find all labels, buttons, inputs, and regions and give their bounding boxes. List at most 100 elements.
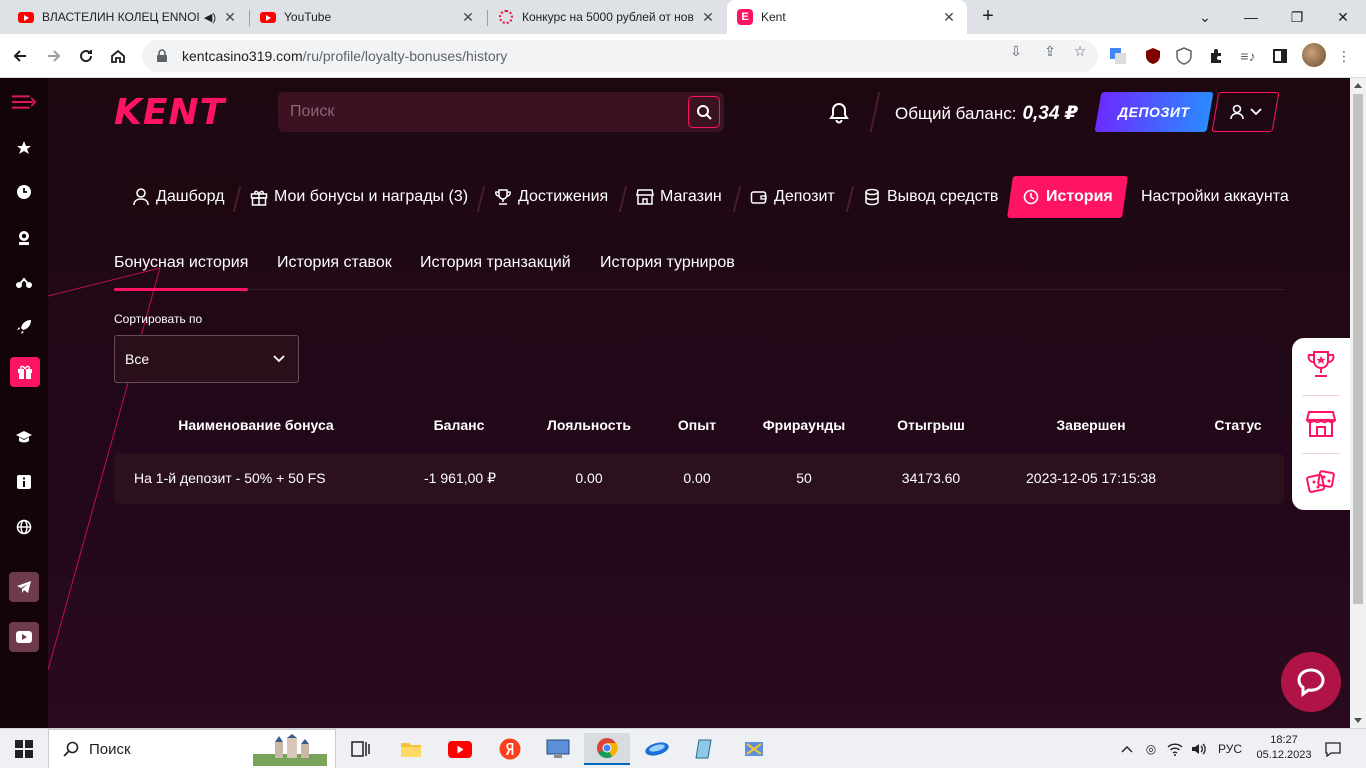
file-explorer-icon[interactable] bbox=[388, 733, 434, 765]
browser-tab[interactable]: YouTube ✕ bbox=[250, 0, 486, 34]
volume-icon[interactable] bbox=[1188, 729, 1210, 768]
subtab-bonus-history[interactable]: Бонусная история bbox=[114, 252, 249, 291]
total-balance: Общий баланс: 0,34 ₽ bbox=[895, 102, 1078, 125]
tab-account-settings[interactable]: Настройки аккаунта bbox=[1141, 176, 1289, 218]
tray-app-icon[interactable]: ◎ bbox=[1140, 729, 1162, 768]
kent-logo[interactable]: KENT bbox=[114, 95, 225, 131]
install-app-icon[interactable]: ⇩ bbox=[1006, 41, 1026, 61]
new-tab-button[interactable]: + bbox=[976, 5, 1000, 29]
live-dealer-icon[interactable] bbox=[12, 226, 36, 250]
rocket-icon[interactable] bbox=[12, 315, 36, 339]
tab-deposit[interactable]: Депозит bbox=[750, 176, 835, 218]
tab-withdrawal[interactable]: Вывод средств bbox=[863, 176, 998, 218]
trophy-icon[interactable] bbox=[1305, 348, 1337, 380]
close-tab-icon[interactable]: ✕ bbox=[700, 9, 716, 26]
deposit-button[interactable]: ДЕПОЗИТ bbox=[1094, 92, 1214, 132]
reload-button[interactable] bbox=[72, 42, 100, 70]
forward-button[interactable] bbox=[40, 42, 68, 70]
youtube-social-icon[interactable] bbox=[9, 622, 39, 652]
telegram-icon[interactable] bbox=[9, 572, 39, 602]
youtube-icon bbox=[18, 9, 34, 25]
page-scrollbar[interactable] bbox=[1350, 78, 1366, 728]
close-tab-icon[interactable]: ✕ bbox=[222, 9, 238, 26]
browser-tab-active[interactable]: E Kent ✕ bbox=[727, 0, 967, 34]
media-control-icon[interactable]: ≡♪ bbox=[1238, 46, 1258, 66]
column-header: Лояльность bbox=[547, 417, 631, 433]
chevron-down-icon bbox=[273, 355, 285, 363]
computer-app-icon[interactable] bbox=[535, 733, 581, 765]
close-tab-icon[interactable]: ✕ bbox=[941, 9, 957, 26]
store-icon[interactable] bbox=[1305, 408, 1337, 440]
menu-toggle-icon[interactable] bbox=[12, 90, 36, 114]
scrollbar-thumb[interactable] bbox=[1353, 94, 1363, 604]
tab-achievements[interactable]: Достижения bbox=[494, 176, 608, 218]
share-icon[interactable]: ⇪ bbox=[1040, 41, 1060, 61]
column-header: Баланс bbox=[433, 417, 485, 433]
close-window-button[interactable]: ✕ bbox=[1320, 0, 1366, 34]
language-indicator[interactable]: РУС bbox=[1212, 729, 1248, 768]
table-row[interactable]: На 1-й депозит - 50% + 50 FS -1 961,00 ₽… bbox=[114, 453, 1284, 504]
shield-extension-icon[interactable] bbox=[1174, 46, 1194, 66]
tab-dashboard[interactable]: Дашборд bbox=[132, 176, 225, 218]
profile-avatar[interactable] bbox=[1302, 43, 1326, 67]
tab-store[interactable]: Магазин bbox=[636, 176, 722, 218]
gift-icon[interactable] bbox=[10, 357, 40, 387]
youtube-app-icon[interactable] bbox=[437, 733, 483, 765]
star-icon[interactable] bbox=[12, 136, 36, 160]
ublock-extension-icon[interactable] bbox=[1143, 46, 1163, 66]
tab-history[interactable]: История bbox=[1007, 176, 1128, 218]
user-menu-button[interactable] bbox=[1211, 92, 1280, 132]
chrome-icon[interactable] bbox=[584, 733, 630, 765]
speaker-icon[interactable]: ◀) bbox=[204, 11, 216, 24]
bookmark-star-icon[interactable]: ☆ bbox=[1070, 41, 1090, 61]
lock-icon[interactable] bbox=[156, 49, 170, 63]
tab-my-bonuses[interactable]: Мои бонусы и награды (3) bbox=[250, 176, 468, 218]
search-button[interactable] bbox=[688, 96, 720, 128]
graduation-cap-icon[interactable] bbox=[12, 425, 36, 449]
home-button[interactable] bbox=[104, 42, 132, 70]
globe-icon[interactable] bbox=[12, 515, 36, 539]
browser-tab[interactable]: Конкурс на 5000 рублей от нов ✕ bbox=[488, 0, 726, 34]
search-input[interactable] bbox=[278, 92, 678, 132]
app-notes-icon[interactable] bbox=[682, 733, 728, 765]
profile-navigation: Дашборд Мои бонусы и награды (3) Достиже… bbox=[122, 176, 1302, 218]
task-view-icon[interactable] bbox=[338, 733, 384, 765]
app-disc-icon[interactable] bbox=[634, 733, 680, 765]
address-bar[interactable]: kentcasino319.com/ru/profile/loyalty-bon… bbox=[142, 40, 1098, 72]
subtab-bet-history[interactable]: История ставок bbox=[277, 252, 392, 290]
sort-select[interactable]: Все bbox=[114, 335, 299, 383]
completed-cell: 2023-12-05 17:15:38 bbox=[1026, 470, 1156, 486]
clock-icon[interactable] bbox=[12, 180, 36, 204]
taskbar-search[interactable]: Поиск bbox=[48, 729, 336, 768]
column-header: Фрираунды bbox=[762, 417, 846, 433]
notifications-bell-icon[interactable] bbox=[828, 102, 850, 124]
notifications-icon[interactable] bbox=[1320, 729, 1346, 768]
browser-tab[interactable]: ВЛАСТЕЛИН КОЛЕЦ ENNOI ◀) ✕ bbox=[8, 0, 248, 34]
sports-icon[interactable] bbox=[12, 271, 36, 295]
yandex-browser-icon[interactable] bbox=[487, 733, 533, 765]
side-panel-icon[interactable] bbox=[1270, 46, 1290, 66]
extensions-puzzle-icon[interactable] bbox=[1206, 46, 1226, 66]
translate-extension-icon[interactable] bbox=[1108, 46, 1128, 66]
tab-search-icon[interactable]: ⌄ bbox=[1182, 0, 1228, 34]
show-hidden-icons[interactable] bbox=[1116, 729, 1138, 768]
info-icon[interactable] bbox=[12, 470, 36, 494]
clock-time: 18:27 bbox=[1270, 734, 1298, 746]
windows-start-button[interactable] bbox=[0, 729, 48, 768]
browser-menu-icon[interactable]: ⋮ bbox=[1334, 46, 1354, 66]
close-tab-icon[interactable]: ✕ bbox=[460, 9, 476, 26]
back-button[interactable] bbox=[6, 42, 34, 70]
balance-value: 0,34 ₽ bbox=[1022, 103, 1078, 124]
support-chat-button[interactable] bbox=[1281, 652, 1341, 712]
dice-icon[interactable] bbox=[1305, 466, 1337, 498]
freerounds-cell: 50 bbox=[796, 470, 812, 486]
minimize-button[interactable]: — bbox=[1228, 0, 1274, 34]
loyalty-cell: 0.00 bbox=[575, 470, 603, 486]
app-tool-icon[interactable] bbox=[731, 733, 777, 765]
taskbar-clock[interactable]: 18:27 05.12.2023 bbox=[1256, 733, 1312, 763]
sort-value: Все bbox=[125, 351, 150, 367]
subtab-tournament-history[interactable]: История турниров bbox=[600, 252, 735, 290]
subtab-transaction-history[interactable]: История транзакций bbox=[420, 252, 571, 290]
wifi-icon[interactable] bbox=[1164, 729, 1186, 768]
maximize-button[interactable]: ❐ bbox=[1274, 0, 1320, 34]
